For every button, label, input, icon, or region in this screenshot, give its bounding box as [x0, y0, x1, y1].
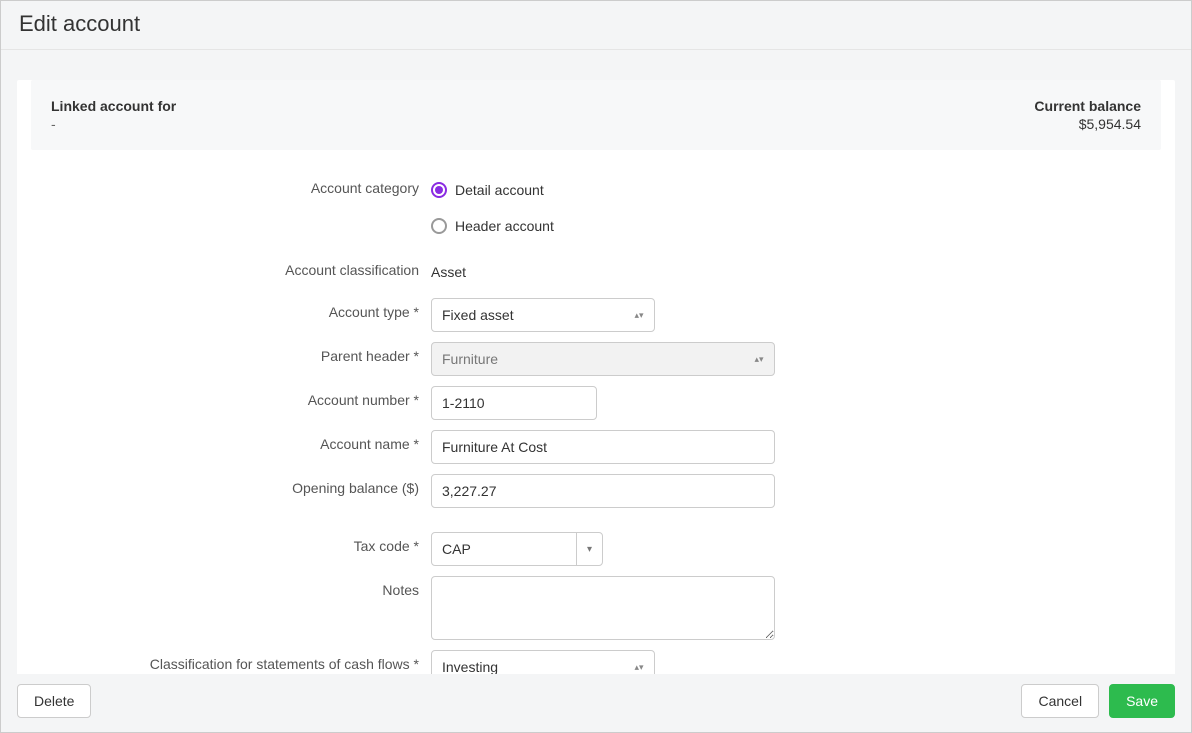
current-balance-section: Current balance $5,954.54	[1034, 98, 1141, 132]
save-button[interactable]: Save	[1109, 684, 1175, 718]
cash-flow-classification-select[interactable]: Investing ▴▾	[431, 650, 655, 674]
account-type-value: Fixed asset	[442, 307, 514, 323]
delete-button[interactable]: Delete	[17, 684, 91, 718]
account-classification-value: Asset	[431, 264, 466, 280]
cash-flow-classification-label: Classification for statements of cash fl…	[31, 650, 431, 672]
linked-account-section: Linked account for -	[51, 98, 176, 132]
tax-code-label: Tax code *	[31, 532, 431, 554]
updown-icon: ▴▾	[634, 313, 644, 318]
detail-account-radio-label[interactable]: Detail account	[455, 182, 544, 198]
linked-account-label: Linked account for	[51, 98, 176, 114]
linked-account-value: -	[51, 116, 176, 132]
dialog-title: Edit account	[1, 1, 1191, 50]
notes-label: Notes	[31, 576, 431, 598]
dialog-footer: Delete Cancel Save	[1, 674, 1191, 732]
header-account-radio-label[interactable]: Header account	[455, 218, 554, 234]
account-classification-label: Account classification	[31, 256, 431, 278]
account-form: Account category Detail account Header a…	[17, 174, 1175, 674]
tax-code-value: CAP	[442, 541, 471, 557]
account-type-select[interactable]: Fixed asset ▴▾	[431, 298, 655, 332]
notes-textarea[interactable]	[431, 576, 775, 640]
detail-account-radio[interactable]	[431, 182, 447, 198]
parent-header-select[interactable]: Furniture ▴▾	[431, 342, 775, 376]
header-account-radio[interactable]	[431, 218, 447, 234]
parent-header-label: Parent header *	[31, 342, 431, 364]
info-banner: Linked account for - Current balance $5,…	[31, 80, 1161, 150]
account-category-label: Account category	[31, 174, 431, 196]
form-panel: Linked account for - Current balance $5,…	[17, 80, 1175, 674]
current-balance-value: $5,954.54	[1034, 116, 1141, 132]
account-name-input[interactable]	[431, 430, 775, 464]
updown-icon: ▴▾	[754, 357, 764, 362]
cash-flow-classification-value: Investing	[442, 659, 498, 674]
tax-code-select[interactable]: CAP ▾	[431, 532, 603, 566]
opening-balance-input[interactable]	[431, 474, 775, 508]
account-name-label: Account name *	[31, 430, 431, 452]
account-type-label: Account type *	[31, 298, 431, 320]
updown-icon: ▴▾	[634, 665, 644, 670]
parent-header-value: Furniture	[442, 351, 498, 367]
current-balance-label: Current balance	[1034, 98, 1141, 114]
account-number-label: Account number *	[31, 386, 431, 408]
chevron-down-icon: ▾	[576, 533, 592, 565]
dialog-body: Linked account for - Current balance $5,…	[1, 50, 1191, 674]
account-number-input[interactable]	[431, 386, 597, 420]
edit-account-dialog: Edit account Linked account for - Curren…	[0, 0, 1192, 733]
opening-balance-label: Opening balance ($)	[31, 474, 431, 496]
cancel-button[interactable]: Cancel	[1021, 684, 1099, 718]
